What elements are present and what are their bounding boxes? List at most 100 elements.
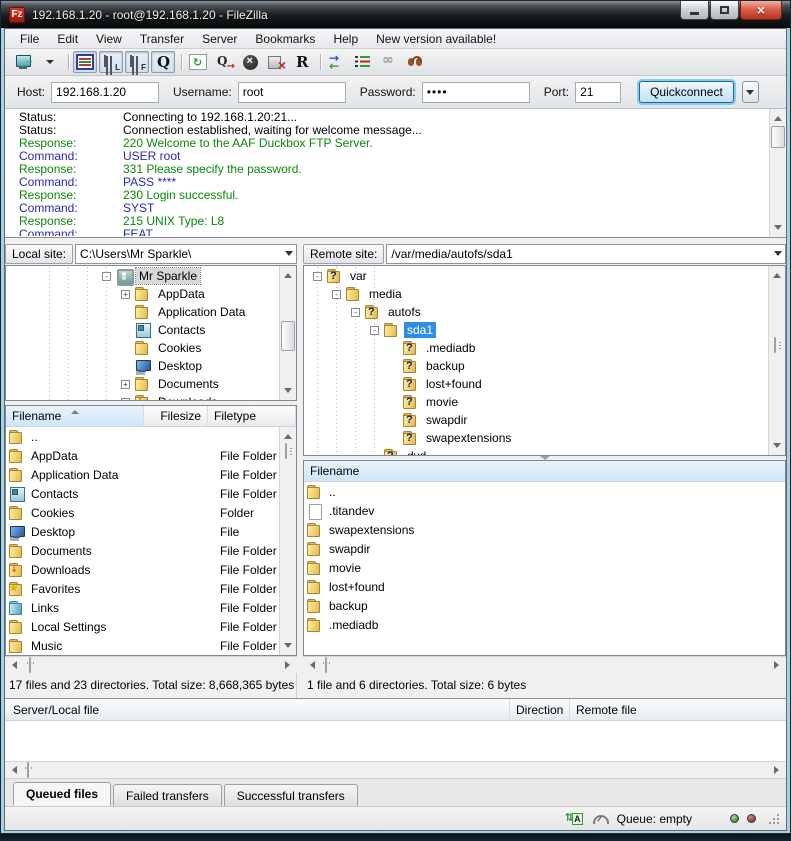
local-tree-scrollbar[interactable] bbox=[279, 266, 296, 400]
remote-tree-scrollbar[interactable] bbox=[768, 266, 785, 455]
scroll-down-icon[interactable] bbox=[281, 639, 295, 654]
tree-node[interactable]: Contacts bbox=[91, 321, 279, 339]
toggle-local-treeview-button[interactable] bbox=[99, 51, 123, 73]
tree-node[interactable]: var bbox=[313, 267, 768, 285]
queue-tab[interactable]: Failed transfers bbox=[113, 784, 222, 806]
disconnect-button[interactable] bbox=[264, 51, 288, 73]
file-row[interactable]: Application Data File Folder bbox=[6, 465, 279, 484]
tree-expander[interactable] bbox=[313, 272, 322, 281]
tree-node[interactable]: Downloads bbox=[91, 393, 279, 400]
tree-node[interactable]: sda1 bbox=[370, 321, 768, 339]
scroll-right-icon[interactable] bbox=[770, 658, 785, 672]
scrollbar-thumb[interactable] bbox=[325, 657, 327, 673]
tree-expander[interactable] bbox=[370, 326, 379, 335]
file-row[interactable]: AppData File Folder bbox=[6, 446, 279, 465]
quickconnect-button[interactable]: Quickconnect bbox=[639, 81, 734, 103]
tree-node[interactable]: swapdir bbox=[389, 411, 768, 429]
minimize-button[interactable] bbox=[680, 1, 709, 20]
tree-node[interactable]: Application Data bbox=[91, 303, 279, 321]
tree-expander[interactable] bbox=[121, 398, 130, 401]
column-header-remote-file[interactable]: Remote file bbox=[570, 699, 786, 720]
tree-node[interactable]: .mediadb bbox=[389, 339, 768, 357]
resize-grip[interactable] bbox=[768, 813, 780, 825]
scrollbar-thumb[interactable] bbox=[285, 443, 287, 459]
scrollbar-thumb[interactable] bbox=[281, 321, 295, 351]
process-queue-button[interactable] bbox=[212, 51, 236, 73]
column-header-filename[interactable]: Filename bbox=[304, 461, 785, 481]
tree-node[interactable]: movie bbox=[389, 393, 768, 411]
toggle-message-log-button[interactable] bbox=[73, 51, 97, 73]
username-input[interactable] bbox=[238, 82, 346, 103]
synchronized-browsing-button[interactable] bbox=[377, 51, 401, 73]
toggle-remote-treeview-button[interactable] bbox=[125, 51, 149, 73]
tree-expander[interactable] bbox=[351, 308, 360, 317]
column-header-server-local-file[interactable]: Server/Local file bbox=[5, 699, 510, 720]
scroll-up-icon[interactable] bbox=[770, 267, 784, 282]
local-list-scrollbar[interactable] bbox=[279, 427, 296, 655]
tree-node[interactable]: autofs bbox=[351, 303, 768, 321]
file-row[interactable]: Desktop File bbox=[6, 522, 279, 541]
queue-hscrollbar[interactable] bbox=[5, 761, 786, 778]
compare-directories-button[interactable] bbox=[325, 51, 349, 73]
tree-node[interactable]: Desktop bbox=[91, 357, 279, 375]
scrollbar-thumb[interactable] bbox=[774, 337, 776, 353]
port-input[interactable] bbox=[575, 82, 621, 103]
tree-node[interactable]: lost+found bbox=[389, 375, 768, 393]
scrollbar-thumb[interactable] bbox=[771, 126, 785, 148]
tree-expander[interactable] bbox=[121, 290, 130, 299]
tree-expander[interactable] bbox=[102, 272, 111, 281]
file-row[interactable]: .mediadb bbox=[304, 615, 785, 634]
column-header-filename[interactable]: Filename bbox=[6, 406, 144, 426]
site-manager-button[interactable] bbox=[12, 51, 36, 73]
log-scrollbar[interactable] bbox=[769, 109, 786, 237]
scroll-up-icon[interactable] bbox=[281, 428, 295, 443]
scroll-right-icon[interactable] bbox=[281, 658, 296, 672]
scroll-down-icon[interactable] bbox=[770, 439, 784, 454]
remote-site-combo[interactable]: /var/media/autofs/sda1 bbox=[386, 244, 786, 264]
menu-item[interactable]: Help bbox=[324, 30, 367, 48]
file-row[interactable]: Cookies Folder bbox=[6, 503, 279, 522]
menu-item[interactable]: New version available! bbox=[367, 30, 505, 48]
tree-expander[interactable] bbox=[332, 290, 341, 299]
reconnect-button[interactable] bbox=[290, 51, 314, 73]
file-row[interactable]: swapextensions bbox=[304, 520, 785, 539]
menu-item[interactable]: Transfer bbox=[131, 30, 193, 48]
file-row[interactable]: Documents File Folder bbox=[6, 541, 279, 560]
tree-expander[interactable] bbox=[121, 380, 130, 389]
tree-node[interactable]: backup bbox=[389, 357, 768, 375]
file-row[interactable]: Local Settings File Folder bbox=[6, 617, 279, 636]
file-row[interactable]: Downloads File Folder bbox=[6, 560, 279, 579]
tree-node[interactable]: swapextensions bbox=[389, 429, 768, 447]
menu-item[interactable]: File bbox=[11, 30, 48, 48]
find-files-button[interactable] bbox=[403, 51, 427, 73]
column-header-filetype[interactable]: Filetype bbox=[208, 406, 296, 426]
file-row[interactable]: lost+found bbox=[304, 577, 785, 596]
speed-limits-icon[interactable] bbox=[591, 811, 609, 826]
menu-item[interactable]: Server bbox=[193, 30, 246, 48]
scroll-down-icon[interactable] bbox=[771, 221, 785, 236]
host-input[interactable] bbox=[51, 82, 159, 103]
tree-node[interactable]: AppData bbox=[91, 285, 279, 303]
queue-tab[interactable]: Successful transfers bbox=[224, 784, 358, 806]
column-header-filesize[interactable]: Filesize bbox=[144, 406, 208, 426]
file-row[interactable]: swapdir bbox=[304, 539, 785, 558]
file-row[interactable]: movie bbox=[304, 558, 785, 577]
scroll-left-icon[interactable] bbox=[304, 658, 319, 672]
password-input[interactable] bbox=[422, 82, 530, 103]
file-row[interactable]: .. bbox=[6, 427, 279, 446]
remote-list-hscrollbar[interactable] bbox=[303, 656, 786, 673]
file-row[interactable]: Links File Folder bbox=[6, 598, 279, 617]
file-row[interactable]: Contacts File Folder bbox=[6, 484, 279, 503]
tree-node[interactable]: media bbox=[332, 285, 768, 303]
scroll-up-icon[interactable] bbox=[771, 110, 785, 125]
tree-node[interactable]: Mr Sparkle bbox=[72, 267, 279, 285]
file-row[interactable]: Favorites File Folder bbox=[6, 579, 279, 598]
cancel-operation-button[interactable] bbox=[238, 51, 262, 73]
local-list-hscrollbar[interactable] bbox=[5, 656, 297, 673]
site-manager-dropdown-button[interactable] bbox=[38, 51, 62, 73]
refresh-button[interactable] bbox=[186, 51, 210, 73]
close-button[interactable]: × bbox=[740, 1, 782, 20]
quickconnect-dropdown-button[interactable] bbox=[742, 81, 759, 103]
toggle-queue-view-button[interactable] bbox=[151, 51, 175, 73]
tree-node[interactable]: Documents bbox=[91, 375, 279, 393]
